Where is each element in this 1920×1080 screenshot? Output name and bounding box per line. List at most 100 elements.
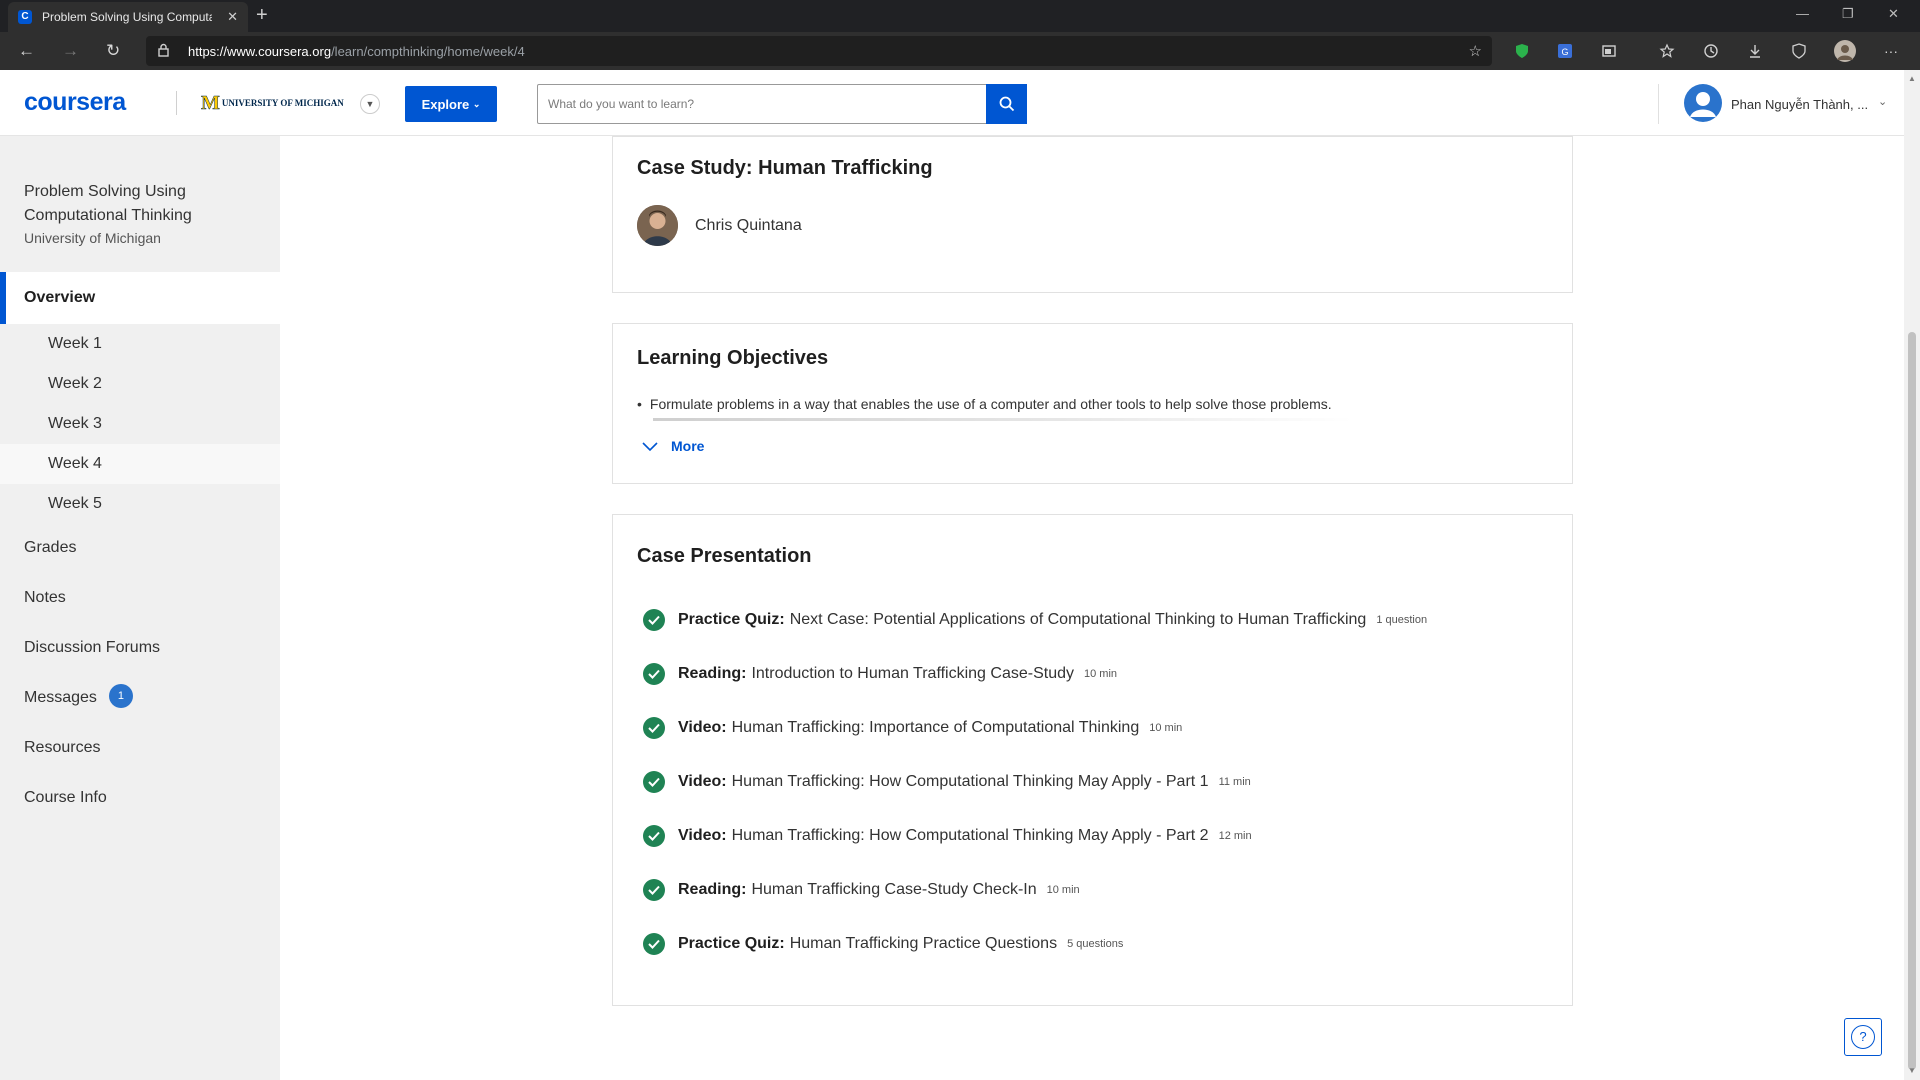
learning-objectives-card: Learning Objectives Formulate problems i…: [612, 323, 1573, 484]
item-type: Practice Quiz:: [678, 611, 785, 628]
url-text: https://www.coursera.org/learn/compthink…: [188, 44, 525, 59]
browser-tab-bar: C Problem Solving Using Computa ✕ + — ❐ …: [0, 0, 1920, 32]
partner-dropdown-icon[interactable]: ▼: [360, 94, 380, 114]
item-meta: 11 min: [1218, 776, 1251, 788]
refresh-icon[interactable]: ↻: [106, 41, 120, 61]
header-divider: [1658, 84, 1659, 124]
item-title[interactable]: Introduction to Human Trafficking Case-S…: [751, 665, 1074, 683]
sidebar-item-messages[interactable]: Messages 1: [0, 676, 280, 720]
list-item[interactable]: Video: Human Trafficking: How Computatio…: [643, 824, 1252, 848]
help-button[interactable]: ?: [1844, 1018, 1882, 1056]
chevron-down-icon[interactable]: ⌄: [1878, 95, 1887, 108]
item-title[interactable]: Next Case: Potential Applications of Com…: [790, 611, 1367, 629]
restore-icon[interactable]: ❐: [1842, 6, 1854, 22]
list-item[interactable]: Practice Quiz: Human Trafficking Practic…: [643, 932, 1123, 956]
shield-check-icon[interactable]: [1791, 43, 1807, 59]
page-scrollbar[interactable]: ▲ ▼: [1904, 70, 1920, 1080]
item-title[interactable]: Human Trafficking: How Computational Thi…: [732, 773, 1209, 791]
item-title[interactable]: Human Trafficking Practice Questions: [790, 935, 1057, 953]
sidebar-item-resources[interactable]: Resources: [0, 726, 280, 770]
item-meta: 5 questions: [1067, 938, 1124, 950]
item-type: Reading:: [678, 881, 747, 898]
download-icon[interactable]: [1747, 43, 1763, 59]
list-item[interactable]: Video: Human Trafficking: Importance of …: [643, 716, 1182, 740]
close-window-icon[interactable]: ✕: [1888, 6, 1899, 22]
search-icon: [999, 96, 1014, 112]
item-type: Video:: [678, 827, 727, 844]
history-icon[interactable]: [1703, 43, 1719, 59]
course-title[interactable]: Problem Solving Using Computational Thin…: [24, 180, 256, 228]
explore-button[interactable]: Explore ⌄: [405, 86, 497, 122]
sidebar-item-week-5[interactable]: Week 5: [0, 484, 280, 524]
list-item[interactable]: Video: Human Trafficking: How Computatio…: [643, 770, 1251, 794]
instructor-photo-image: [637, 205, 678, 246]
new-tab-icon[interactable]: +: [256, 5, 268, 25]
item-meta: 1 question: [1376, 614, 1428, 626]
completed-check-icon: [643, 933, 665, 955]
list-item[interactable]: Reading: Introduction to Human Trafficki…: [643, 662, 1117, 686]
shield-extension-icon[interactable]: [1514, 43, 1530, 59]
forward-icon[interactable]: →: [62, 41, 79, 61]
instructor-avatar[interactable]: [637, 205, 678, 246]
translate-extension-icon[interactable]: G: [1557, 43, 1573, 59]
scroll-down-icon[interactable]: ▼: [1908, 1066, 1916, 1075]
partner-logo[interactable]: M UNIVERSITY OF MICHIGAN: [176, 91, 344, 115]
favorite-star-icon[interactable]: ☆: [1469, 42, 1482, 60]
sidebar-item-label: Messages: [24, 689, 97, 706]
back-icon[interactable]: ←: [18, 41, 35, 61]
browser-toolbar: ← → ↻ https://www.coursera.org/learn/com…: [0, 32, 1920, 70]
address-bar[interactable]: https://www.coursera.org/learn/compthink…: [146, 36, 1492, 66]
item-title[interactable]: Human Trafficking: Importance of Computa…: [732, 719, 1140, 737]
more-button[interactable]: More: [641, 438, 704, 454]
item-type: Reading:: [678, 665, 747, 682]
sidebar-item-course-info[interactable]: Course Info: [0, 776, 280, 820]
collections-icon[interactable]: [1659, 43, 1675, 59]
search-button[interactable]: [986, 84, 1027, 124]
sidebar-item-grades[interactable]: Grades: [0, 526, 280, 570]
item-title[interactable]: Human Trafficking Case-Study Check-In: [751, 881, 1036, 899]
user-icon: [1690, 92, 1716, 117]
coursera-logo[interactable]: coursera: [24, 88, 126, 117]
list-item[interactable]: Practice Quiz: Next Case: Potential Appl…: [643, 608, 1427, 632]
item-title[interactable]: Human Trafficking: How Computational Thi…: [732, 827, 1209, 845]
completed-check-icon: [643, 879, 665, 901]
sidebar-item-week-4[interactable]: Week 4: [0, 444, 280, 484]
objective-item: Formulate problems in a way that enables…: [637, 396, 1332, 412]
sidebar-item-overview[interactable]: Overview: [0, 272, 280, 324]
sidebar-item-week-2[interactable]: Week 2: [0, 364, 280, 404]
help-icon: ?: [1851, 1025, 1875, 1049]
completed-check-icon: [643, 825, 665, 847]
site-header: coursera M UNIVERSITY OF MICHIGAN ▼ Expl…: [0, 70, 1904, 136]
messages-count-badge: 1: [108, 683, 133, 708]
completed-check-icon: [643, 609, 665, 631]
objective-faded-text: [653, 416, 1353, 424]
profile-avatar-icon[interactable]: [1834, 40, 1856, 62]
scroll-up-icon[interactable]: ▲: [1908, 74, 1916, 83]
instructor-name[interactable]: Chris Quintana: [695, 217, 802, 235]
sidebar-item-discussion-forums[interactable]: Discussion Forums: [0, 626, 280, 670]
item-meta: 10 min: [1149, 722, 1183, 734]
minimize-icon[interactable]: —: [1796, 6, 1809, 21]
item-type: Practice Quiz:: [678, 935, 785, 952]
course-sidebar: Problem Solving Using Computational Thin…: [0, 136, 280, 1080]
scrollbar-thumb[interactable]: [1908, 332, 1916, 1070]
chevron-down-icon: [642, 442, 658, 452]
search-box: [537, 84, 1027, 124]
course-partner: University of Michigan: [24, 230, 161, 246]
user-avatar[interactable]: [1684, 84, 1722, 122]
close-tab-icon[interactable]: ✕: [227, 9, 238, 25]
item-meta: 10 min: [1046, 884, 1080, 896]
completed-check-icon: [643, 771, 665, 793]
search-input[interactable]: [538, 85, 988, 123]
user-name[interactable]: Phan Nguyễn Thành, ...: [1731, 97, 1868, 112]
item-meta: 10 min: [1083, 668, 1118, 680]
sidebar-item-week-3[interactable]: Week 3: [0, 404, 280, 444]
sidebar-item-notes[interactable]: Notes: [0, 576, 280, 620]
more-menu-icon[interactable]: ···: [1884, 41, 1898, 61]
sidebar-item-week-1[interactable]: Week 1: [0, 324, 280, 364]
list-item[interactable]: Reading: Human Trafficking Case-Study Ch…: [643, 878, 1080, 902]
window-extension-icon[interactable]: [1601, 43, 1617, 59]
browser-tab[interactable]: C Problem Solving Using Computa ✕: [8, 2, 248, 32]
completed-check-icon: [643, 663, 665, 685]
svg-text:G: G: [1561, 47, 1568, 57]
